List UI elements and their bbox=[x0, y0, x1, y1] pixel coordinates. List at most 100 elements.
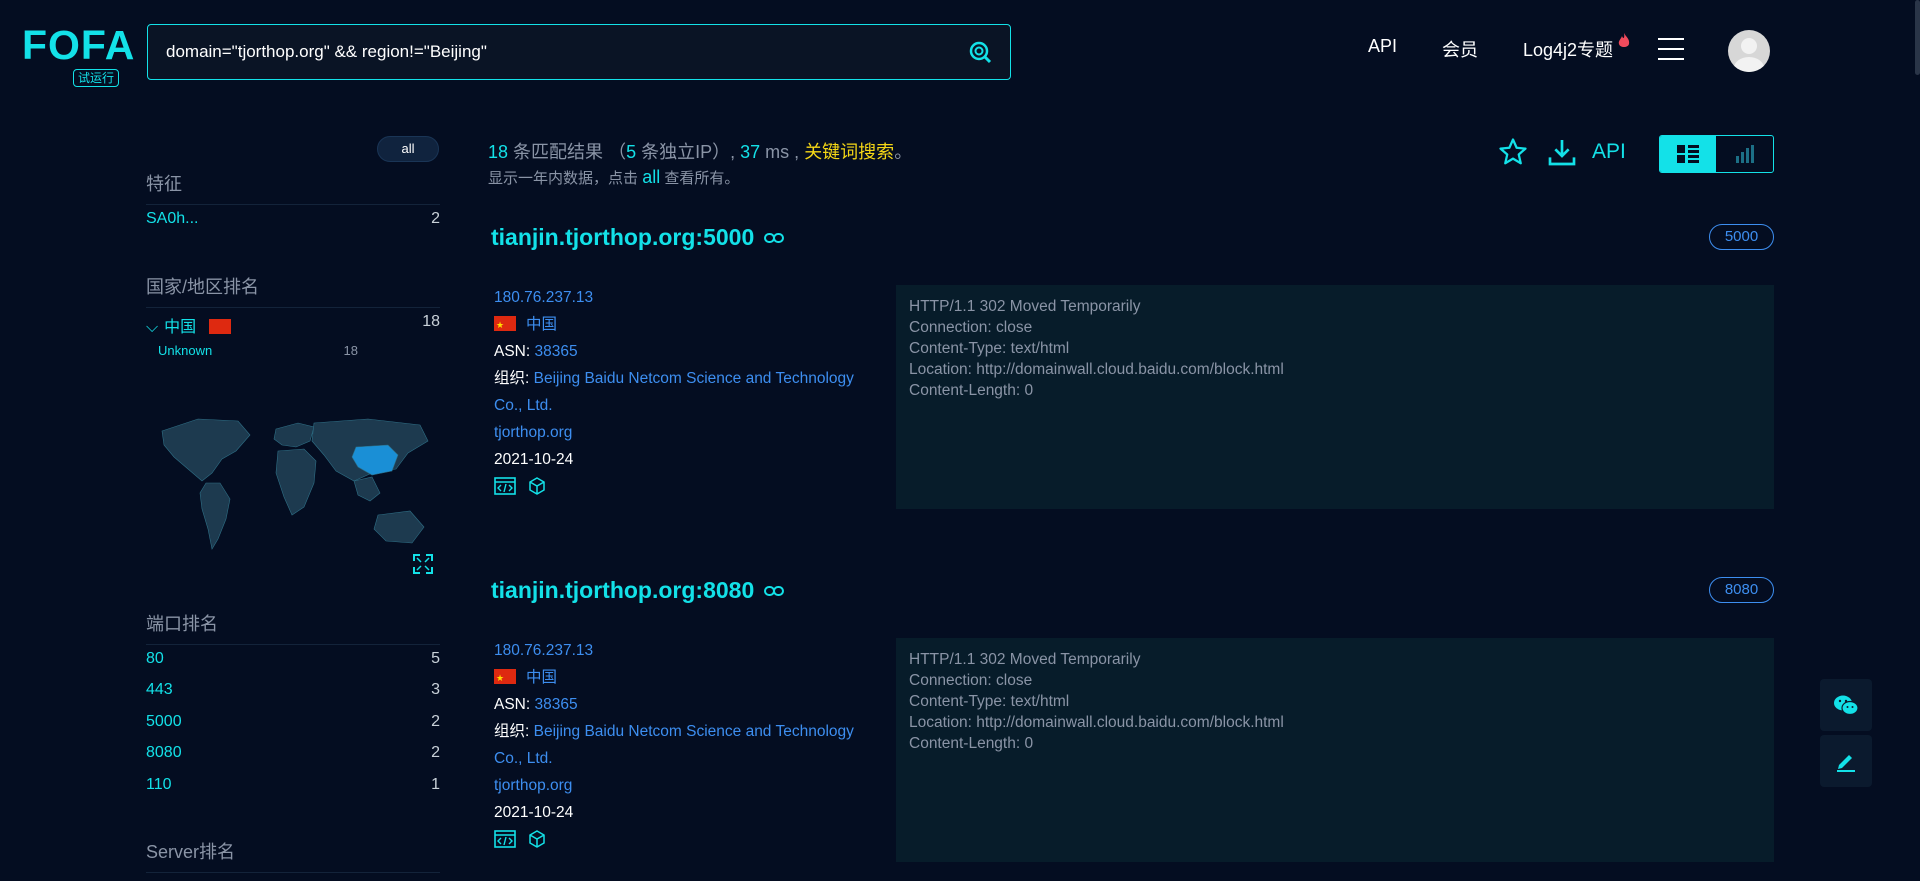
port-count: 3 bbox=[431, 681, 440, 698]
feedback-button[interactable] bbox=[1820, 735, 1872, 787]
scroll-thumb[interactable] bbox=[1915, 0, 1920, 75]
country-count: 18 bbox=[422, 313, 440, 330]
port-key: 5000 bbox=[146, 713, 182, 730]
region-row[interactable]: Unknown 18 bbox=[158, 343, 358, 358]
feature-row[interactable]: SA0h... 2 bbox=[146, 210, 440, 228]
download-icon[interactable] bbox=[1546, 136, 1578, 168]
response-banner: HTTP/1.1 302 Moved Temporarily Connectio… bbox=[896, 638, 1774, 862]
china-flag-icon bbox=[494, 312, 516, 339]
asn-label: ASN: bbox=[494, 696, 531, 713]
asn-link[interactable]: 38365 bbox=[535, 696, 578, 713]
port-row[interactable]: 110 1 bbox=[146, 776, 440, 794]
world-map[interactable] bbox=[158, 411, 434, 571]
result-meta: 180.76.237.13 中国 ASN: 38365 组织: Beijing … bbox=[494, 284, 864, 495]
link-icon[interactable] bbox=[764, 232, 785, 244]
avatar[interactable] bbox=[1728, 30, 1770, 72]
country-heading: 国家/地区排名 bbox=[146, 273, 440, 308]
cube-icon[interactable] bbox=[528, 477, 546, 495]
region-name: Unknown bbox=[158, 343, 213, 358]
asn-link[interactable]: 38365 bbox=[535, 343, 578, 360]
search-icon[interactable] bbox=[968, 40, 992, 64]
port-row[interactable]: 443 3 bbox=[146, 681, 440, 699]
star-icon[interactable] bbox=[1498, 137, 1528, 167]
result-summary: 18 条匹配结果 （5 条独立IP）, 37 ms , 关键词搜索。 bbox=[488, 138, 912, 164]
domain-link[interactable]: tjorthop.org bbox=[494, 777, 572, 794]
org-link[interactable]: Beijing Baidu Netcom Science and Technol… bbox=[494, 370, 854, 414]
list-view-icon bbox=[1677, 145, 1699, 163]
country-row[interactable]: ⌵ 中国 18 bbox=[146, 313, 440, 337]
port-key: 110 bbox=[146, 776, 172, 793]
port-key: 443 bbox=[146, 681, 173, 698]
menu-icon[interactable] bbox=[1658, 38, 1684, 60]
fofa-logo[interactable]: FOFA 试运行 bbox=[22, 22, 136, 90]
nav-api[interactable]: API bbox=[1368, 36, 1397, 57]
port-count: 1 bbox=[431, 776, 440, 793]
china-flag-icon bbox=[208, 319, 231, 334]
result-title[interactable]: tianjin.tjorthop.org:5000 bbox=[491, 224, 785, 251]
port-heading: 端口排名 bbox=[146, 610, 440, 645]
org-label: 组织: bbox=[494, 723, 530, 740]
org-label: 组织: bbox=[494, 370, 530, 387]
user-icon bbox=[1734, 38, 1764, 72]
asn-label: ASN: bbox=[494, 343, 531, 360]
response-banner: HTTP/1.1 302 Moved Temporarily Connectio… bbox=[896, 285, 1774, 509]
chevron-down-icon[interactable]: ⌵ bbox=[146, 319, 158, 336]
chart-view-button[interactable] bbox=[1716, 136, 1773, 172]
wechat-icon bbox=[1834, 695, 1859, 716]
scrollbar[interactable] bbox=[1915, 0, 1920, 881]
country-link[interactable]: 中国 bbox=[526, 316, 557, 333]
country-link[interactable]: 中国 bbox=[526, 669, 557, 686]
port-count: 5 bbox=[431, 650, 440, 667]
port-row[interactable]: 5000 2 bbox=[146, 713, 440, 731]
code-icon[interactable] bbox=[494, 830, 516, 848]
ip-count: 5 bbox=[626, 142, 637, 162]
wechat-button[interactable] bbox=[1820, 679, 1872, 731]
result-title[interactable]: tianjin.tjorthop.org:8080 bbox=[491, 577, 785, 604]
port-count: 2 bbox=[431, 744, 440, 761]
view-toggle[interactable] bbox=[1659, 135, 1774, 173]
port-badge[interactable]: 5000 bbox=[1709, 224, 1774, 250]
port-count: 2 bbox=[431, 713, 440, 730]
api-button[interactable]: API bbox=[1592, 140, 1626, 164]
fire-icon bbox=[1618, 33, 1630, 47]
search-input[interactable] bbox=[166, 42, 968, 62]
china-flag-icon bbox=[494, 665, 516, 692]
country-name: 中国 bbox=[164, 319, 197, 336]
port-badge[interactable]: 8080 bbox=[1709, 577, 1774, 603]
date: 2021-10-24 bbox=[494, 804, 574, 821]
cube-icon[interactable] bbox=[528, 830, 546, 848]
logo-text: FOFA bbox=[22, 22, 136, 68]
time-ms: 37 bbox=[740, 142, 761, 162]
fullscreen-icon[interactable] bbox=[413, 554, 433, 574]
result-count-text: 条匹配结果 bbox=[513, 142, 604, 162]
ip-link[interactable]: 180.76.237.13 bbox=[494, 289, 593, 306]
result-title-text: tianjin.tjorthop.org:8080 bbox=[491, 577, 755, 603]
org-link[interactable]: Beijing Baidu Netcom Science and Technol… bbox=[494, 723, 854, 767]
nav-log4j2[interactable]: Log4j2专题 bbox=[1523, 36, 1613, 62]
summary-end: 。 bbox=[894, 142, 913, 162]
search-box bbox=[147, 24, 1011, 80]
port-key: 80 bbox=[146, 650, 164, 667]
feature-key: SA0h... bbox=[146, 210, 199, 227]
ms-text: ms , bbox=[765, 142, 800, 162]
code-icon[interactable] bbox=[494, 477, 516, 495]
all-button[interactable]: all bbox=[377, 136, 439, 162]
feature-count: 2 bbox=[431, 210, 440, 227]
port-row[interactable]: 80 5 bbox=[146, 650, 440, 668]
port-row[interactable]: 8080 2 bbox=[146, 744, 440, 762]
ip-link[interactable]: 180.76.237.13 bbox=[494, 642, 593, 659]
nav-member[interactable]: 会员 bbox=[1442, 36, 1478, 62]
feature-heading: 特征 bbox=[146, 170, 440, 205]
toolbar: API bbox=[1498, 136, 1626, 168]
domain-link[interactable]: tjorthop.org bbox=[494, 424, 572, 441]
result-title-text: tianjin.tjorthop.org:5000 bbox=[491, 224, 755, 250]
date: 2021-10-24 bbox=[494, 451, 574, 468]
server-heading: Server排名 bbox=[146, 838, 440, 873]
country-key: ⌵ 中国 bbox=[146, 313, 231, 337]
keyword-search-link[interactable]: 关键词搜索 bbox=[804, 142, 894, 162]
region-count: 18 bbox=[343, 343, 358, 358]
list-view-button[interactable] bbox=[1660, 136, 1717, 172]
link-icon[interactable] bbox=[764, 585, 785, 597]
result-count: 18 bbox=[488, 142, 509, 162]
all-link[interactable]: all bbox=[642, 167, 660, 187]
